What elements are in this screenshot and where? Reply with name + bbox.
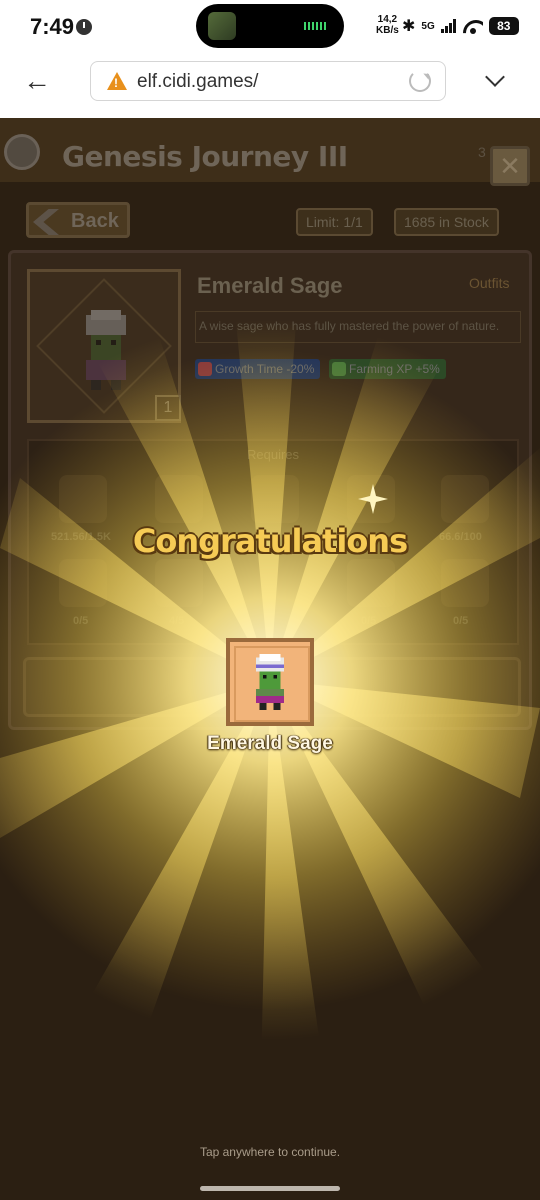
audio-bars-icon: [304, 22, 326, 30]
req-count: 0/5: [73, 615, 89, 627]
buff-label: Growth Time -20%: [215, 362, 315, 376]
network-speed-unit: KB/s: [376, 25, 399, 36]
app-notification-icon: [76, 19, 92, 35]
item-count: 1: [155, 395, 181, 421]
item-description: A wise sage who has fully mastered the p…: [199, 319, 500, 333]
item-category: Outfits: [469, 275, 510, 291]
reload-icon[interactable]: [409, 70, 431, 92]
wifi-icon: [463, 18, 483, 34]
limit-badge: Limit: 1/1: [296, 208, 373, 236]
buff-farming-xp: Farming XP +5%: [329, 359, 446, 379]
emerald-sage-sprite-icon: [256, 654, 284, 710]
close-button[interactable]: ✕: [490, 146, 530, 186]
tap-to-continue-hint[interactable]: Tap anywhere to continue.: [0, 1145, 540, 1159]
header-counter: 3: [478, 144, 486, 160]
page-title: Genesis Journey III: [62, 140, 348, 173]
item-icon: [155, 559, 203, 607]
dynamic-island[interactable]: [196, 4, 344, 48]
bluetooth-icon: ✱: [402, 18, 416, 35]
browser-toolbar: ← elf.cidi.games/: [0, 52, 540, 118]
back-label: Back: [71, 210, 119, 232]
emerald-sage-sprite-icon: [86, 310, 126, 390]
battery-indicator: 83: [488, 17, 519, 35]
media-thumbnail: [208, 12, 236, 40]
browser-back-button[interactable]: ←: [22, 66, 52, 96]
honey-jar-icon: [59, 559, 107, 607]
item-name: Emerald Sage: [197, 273, 343, 298]
pumpkin-icon: [155, 475, 203, 523]
egg-icon: [251, 475, 299, 523]
game-header: Genesis Journey III 3: [0, 118, 540, 182]
carrot-icon: [59, 475, 107, 523]
journey-badge-icon: [4, 134, 40, 170]
item-icon: [347, 559, 395, 607]
back-button[interactable]: Back: [26, 202, 130, 238]
home-indicator[interactable]: [200, 1186, 340, 1191]
strawberry-icon: [198, 362, 212, 376]
stone-icon: [441, 475, 489, 523]
stock-badge: 1685 in Stock: [394, 208, 499, 236]
leaf-icon: [332, 362, 346, 376]
address-bar[interactable]: elf.cidi.games/: [90, 61, 446, 101]
sparkle-icon: [358, 484, 388, 514]
network-speed-value: 14,2: [377, 14, 398, 25]
warning-icon[interactable]: [107, 72, 127, 90]
reward-item-tile[interactable]: [226, 638, 314, 726]
rope-icon: [441, 559, 489, 607]
req-count: 4/5: [169, 615, 185, 627]
congratulations-heading: Congratulations: [132, 522, 408, 560]
status-icons: ✱ 5G 83: [402, 16, 519, 36]
buff-label: Farming XP +5%: [349, 362, 440, 376]
network-speed: 14,2 KB/s: [376, 14, 399, 36]
url-text[interactable]: elf.cidi.games/: [137, 71, 258, 93]
status-bar: 7:49 14,2 KB/s ✱ 5G 83: [0, 0, 540, 52]
network-type: 5G: [421, 20, 435, 32]
status-time: 7:49: [30, 14, 75, 39]
req-count: 0/5: [453, 615, 469, 627]
chevron-left-icon: [33, 209, 59, 235]
req-count: 0/5: [361, 615, 377, 627]
requirements-title: Requires: [246, 447, 300, 462]
buff-growth-time: Growth Time -20%: [195, 359, 321, 379]
reward-item-name: Emerald Sage: [207, 733, 333, 754]
chevron-down-icon[interactable]: [484, 70, 506, 92]
signal-icon: [440, 19, 457, 33]
